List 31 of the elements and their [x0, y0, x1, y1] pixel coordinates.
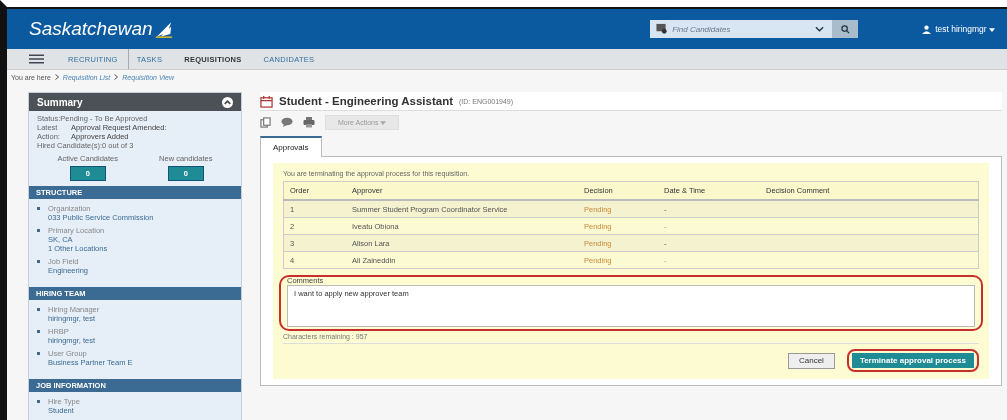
requisition-title: Student - Engineering Assistant: [279, 95, 453, 107]
calendar-icon: [260, 94, 273, 108]
menu-icon[interactable]: [29, 54, 44, 64]
user-menu[interactable]: test hiringmgr: [935, 24, 995, 34]
chevron-icon: [54, 74, 59, 80]
search-button[interactable]: [832, 20, 859, 38]
tab[interactable]: Approvals: [260, 136, 322, 157]
bullet-icon: [37, 308, 40, 311]
search-field[interactable]: Find Candidates: [650, 20, 833, 38]
caret-icon: [380, 120, 387, 125]
chevron-icon[interactable]: [815, 26, 825, 32]
cancel-button[interactable]: Cancel: [787, 352, 835, 369]
search-icon: [840, 24, 850, 34]
collapse-icon[interactable]: [222, 96, 233, 108]
bullet-icon: [37, 352, 40, 355]
bullet-icon: [37, 229, 40, 232]
print-icon[interactable]: [303, 116, 315, 128]
bullet-icon: [37, 207, 40, 210]
logo[interactable]: Saskatchewan: [29, 18, 173, 40]
chevron-icon: [114, 74, 119, 80]
caret-icon: [989, 28, 995, 32]
bullet-icon: [37, 400, 40, 403]
wheat-icon: [154, 20, 173, 38]
card-icon: [656, 23, 668, 34]
terminate-button[interactable]: Terminate approval process: [851, 353, 974, 368]
user-icon: [922, 24, 932, 34]
bullet-icon: [37, 260, 40, 263]
panel-title: Summary: [37, 96, 83, 108]
comment-icon[interactable]: [281, 117, 293, 127]
bullet-icon: [37, 330, 40, 333]
copy-icon[interactable]: [260, 116, 271, 128]
